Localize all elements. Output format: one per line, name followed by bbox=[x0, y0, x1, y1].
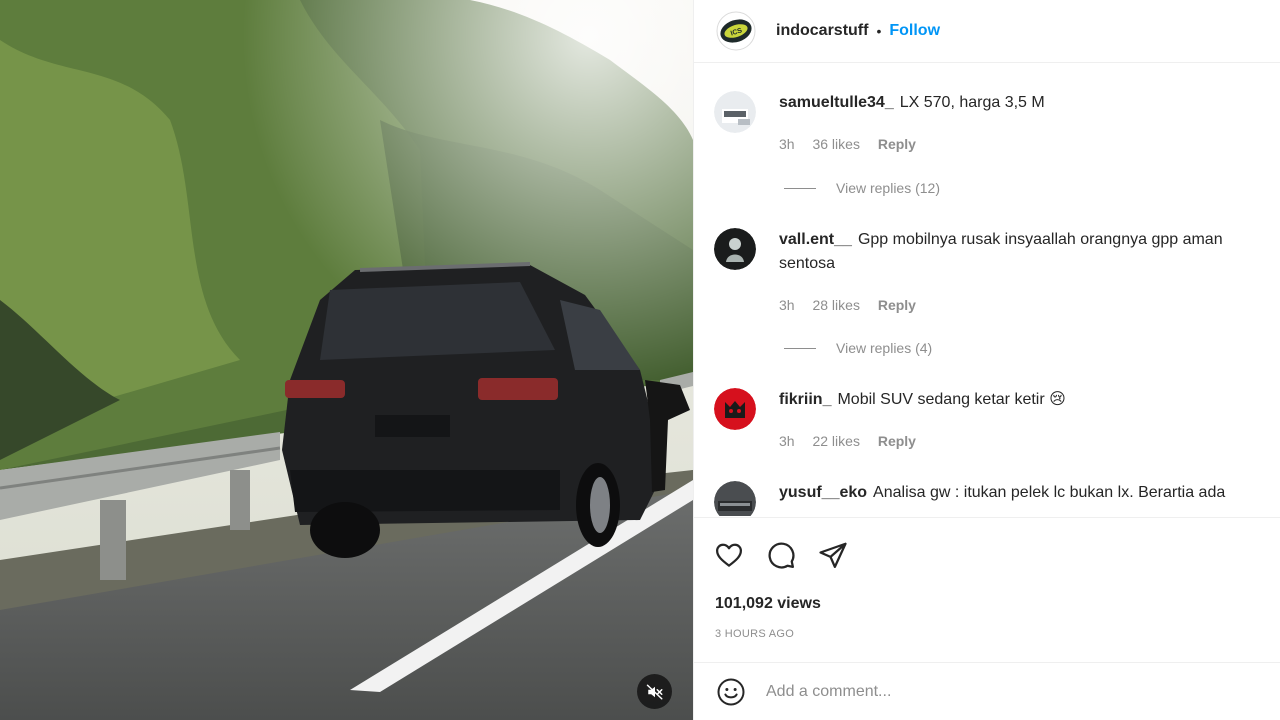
add-comment-input[interactable] bbox=[766, 682, 1236, 701]
mute-toggle-button[interactable] bbox=[637, 674, 672, 709]
comment-text: fikriin_ Mobil SUV sedang ketar ketir 😢 bbox=[779, 388, 1269, 412]
speaker-muted-icon bbox=[646, 684, 662, 699]
view-replies-label: View replies (4) bbox=[836, 340, 933, 356]
comment-username[interactable]: samueltulle34_ bbox=[779, 94, 894, 111]
comment-likes[interactable]: 22 likes bbox=[812, 433, 859, 449]
view-replies-button[interactable]: View replies (12) bbox=[784, 180, 940, 196]
comment-text: samueltulle34_ LX 570, harga 3,5 M bbox=[779, 91, 1269, 115]
account-username[interactable]: indocarstuff bbox=[776, 22, 868, 40]
comment-likes[interactable]: 36 likes bbox=[812, 136, 859, 152]
reply-button[interactable]: Reply bbox=[878, 136, 916, 152]
paper-plane-icon bbox=[819, 542, 847, 568]
commenter-avatar[interactable] bbox=[714, 388, 756, 430]
comment-button[interactable] bbox=[764, 538, 798, 572]
share-button[interactable] bbox=[816, 538, 850, 572]
reply-button[interactable]: Reply bbox=[878, 433, 916, 449]
commenter-avatar[interactable] bbox=[714, 91, 756, 133]
smiley-icon bbox=[717, 678, 745, 705]
comment-bubble-icon bbox=[768, 542, 795, 569]
like-button[interactable] bbox=[712, 538, 746, 572]
follow-button[interactable]: Follow bbox=[889, 22, 940, 40]
comment-username[interactable]: fikriin_ bbox=[779, 391, 831, 408]
view-count[interactable]: 101,092 views bbox=[715, 595, 821, 613]
post-side-panel: ICS indocarstuff • Follow samueltulle34_… bbox=[693, 0, 1280, 720]
header-separator: • bbox=[876, 23, 882, 39]
view-replies-button[interactable]: View replies (4) bbox=[784, 340, 932, 356]
comment-content: Mobil SUV sedang ketar ketir bbox=[837, 391, 1045, 408]
comment-meta: 3h 36 likes Reply bbox=[779, 136, 930, 152]
view-replies-label: View replies (12) bbox=[836, 180, 941, 196]
action-bar bbox=[712, 538, 850, 572]
comment-text: yusuf__eko Analisa gw : itukan pelek lc b… bbox=[779, 481, 1269, 505]
comment-content: Analisa gw : itukan pelek lc bukan lx. B… bbox=[873, 484, 1226, 501]
comment-text: vall.ent__ Gpp mobilnya rusak insyaallah … bbox=[779, 228, 1269, 276]
comment-meta: 3h 22 likes Reply bbox=[779, 433, 930, 449]
post-video[interactable] bbox=[0, 0, 693, 720]
comment-composer bbox=[694, 662, 1280, 720]
comment-time[interactable]: 3h bbox=[779, 297, 795, 313]
comment-meta: 3h 28 likes Reply bbox=[779, 297, 930, 313]
post-header: ICS indocarstuff • Follow bbox=[694, 0, 1280, 63]
comment-time[interactable]: 3h bbox=[779, 433, 795, 449]
replies-divider bbox=[784, 347, 816, 349]
comment-username[interactable]: vall.ent__ bbox=[779, 231, 852, 248]
comment-username[interactable]: yusuf__eko bbox=[779, 484, 867, 501]
post-timestamp[interactable]: 3 HOURS AGO bbox=[715, 628, 794, 640]
commenter-avatar[interactable] bbox=[714, 228, 756, 270]
comments-list[interactable]: samueltulle34_ LX 570, harga 3,5 M 3h 36 … bbox=[694, 64, 1280, 516]
heart-icon bbox=[716, 543, 742, 567]
comment-likes[interactable]: 28 likes bbox=[812, 297, 859, 313]
sad-emoji-icon: 😢 bbox=[1049, 391, 1066, 408]
video-frame bbox=[0, 0, 693, 720]
reply-button[interactable]: Reply bbox=[878, 297, 916, 313]
comment-time[interactable]: 3h bbox=[779, 136, 795, 152]
post-actions-section: 101,092 views 3 HOURS AGO bbox=[694, 517, 1280, 662]
commenter-avatar[interactable] bbox=[714, 481, 756, 516]
emoji-picker-button[interactable] bbox=[714, 675, 748, 709]
replies-divider bbox=[784, 187, 816, 189]
account-avatar[interactable]: ICS bbox=[716, 11, 756, 51]
comment-content: LX 570, harga 3,5 M bbox=[899, 94, 1045, 111]
